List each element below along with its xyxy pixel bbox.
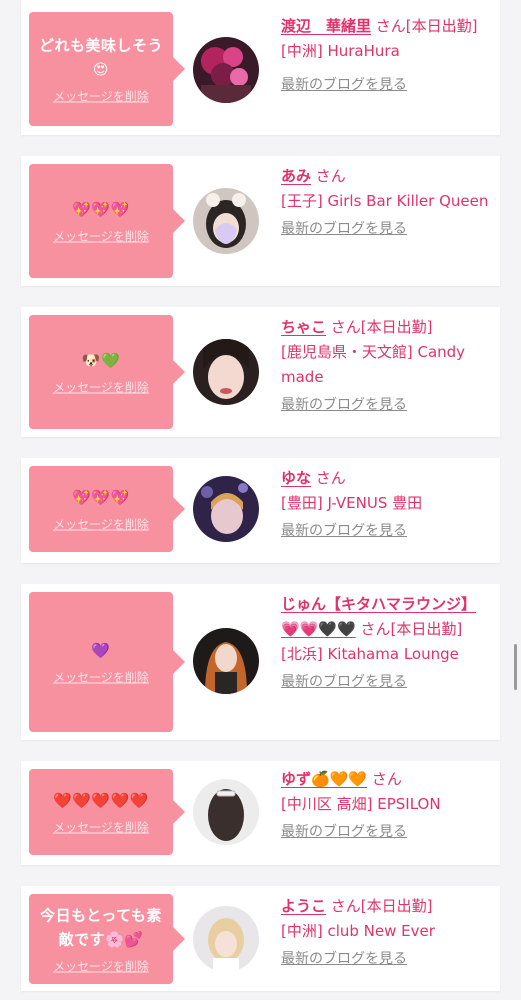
message-text: 💖💖💖 [72, 488, 130, 507]
message-bubble: どれも美味しそう😍 メッセージを削除 [29, 12, 185, 126]
cast-name-link[interactable]: あみ [281, 167, 311, 185]
message-bubble: 💖💖💖 メッセージを削除 [29, 164, 185, 278]
shop-name: [北浜] Kitahama Lounge [281, 645, 459, 663]
latest-blog-link[interactable]: 最新のブログを見る [281, 218, 407, 238]
message-text: 💖💖💖 [72, 200, 130, 219]
message-bubble: 💖💖💖 メッセージを削除 [29, 466, 185, 552]
delete-message-link[interactable]: メッセージを削除 [53, 516, 149, 533]
delete-message-link[interactable]: メッセージを削除 [53, 669, 149, 686]
delete-message-link[interactable]: メッセージを削除 [53, 88, 149, 105]
cast-info: 渡辺 華緒里 さん[本日出勤] [中洲] HuraHura 最新のブログを見る [281, 14, 491, 94]
latest-blog-link[interactable]: 最新のブログを見る [281, 671, 407, 691]
cast-info: ゆず🍊🧡🧡 さん [中川区 高畑] EPSILON 最新のブログを見る [281, 767, 491, 841]
message-text: ❤️❤️❤️❤️❤️ [53, 791, 149, 810]
shop-name: [豊田] J-VENUS 豊田 [281, 494, 423, 512]
message-card: 🐶💚 メッセージを削除 ちゃこ さん[本日出勤] [鹿児島県・天文館] Cand… [21, 307, 500, 437]
cast-name-link[interactable]: ようこ [281, 897, 326, 915]
message-list: どれも美味しそう😍 メッセージを削除 渡辺 華緒里 さん[本日出勤] [中洲] … [0, 0, 521, 1000]
shop-name: [中川区 高畑] EPSILON [281, 795, 441, 813]
delete-message-link[interactable]: メッセージを削除 [53, 379, 149, 396]
message-bubble: 今日もとっても素敵です🌸💕 メッセージを削除 [29, 894, 185, 984]
avatar[interactable] [193, 476, 259, 542]
cast-info: ようこ さん[本日出勤] [中洲] club New Ever 最新のブログを見… [281, 894, 491, 968]
message-card: 💜 メッセージを削除 じゅん【キタハマラウンジ】💗💗🖤🖤 さん[本日出勤] [北… [21, 584, 500, 740]
message-text: どれも美味しそう😍 [38, 36, 163, 79]
message-card: 今日もとっても素敵です🌸💕 メッセージを削除 ようこ さん[本日出勤] [中洲]… [21, 886, 500, 991]
avatar[interactable] [193, 37, 259, 103]
cast-name-link[interactable]: ゆな [281, 469, 311, 487]
message-text: 🐶💚 [81, 351, 121, 370]
delete-message-link[interactable]: メッセージを削除 [53, 228, 149, 245]
message-bubble: 💜 メッセージを削除 [29, 592, 185, 732]
cast-info: ゆな さん [豊田] J-VENUS 豊田 最新のブログを見る [281, 466, 491, 540]
shop-name: [王子] Girls Bar Killer Queen [281, 192, 489, 210]
shop-name: [中洲] HuraHura [281, 42, 400, 60]
avatar[interactable] [193, 628, 259, 694]
latest-blog-link[interactable]: 最新のブログを見る [281, 948, 407, 968]
cast-status: さん[本日出勤] [360, 620, 463, 638]
shop-name: [中洲] club New Ever [281, 922, 435, 940]
message-text: 💜 [91, 641, 111, 660]
cast-status: さん[本日出勤] [375, 17, 478, 35]
message-bubble: ❤️❤️❤️❤️❤️ メッセージを削除 [29, 769, 185, 855]
latest-blog-link[interactable]: 最新のブログを見る [281, 74, 407, 94]
avatar[interactable] [193, 188, 259, 254]
cast-status: さん[本日出勤] [330, 897, 433, 915]
message-bubble: 🐶💚 メッセージを削除 [29, 315, 185, 429]
delete-message-link[interactable]: メッセージを削除 [53, 958, 149, 975]
message-card: 💖💖💖 メッセージを削除 あみ さん [王子] Girls Bar Killer… [21, 156, 500, 286]
cast-name-link[interactable]: ちゃこ [281, 318, 326, 336]
avatar[interactable] [193, 339, 259, 405]
scrollbar[interactable] [514, 644, 517, 690]
shop-name: [鹿児島県・天文館] Candy made [281, 343, 466, 386]
cast-info: ちゃこ さん[本日出勤] [鹿児島県・天文館] Candy made 最新のブロ… [281, 315, 491, 414]
message-text: 今日もとっても素敵です🌸💕 [40, 906, 162, 949]
message-card: ❤️❤️❤️❤️❤️ メッセージを削除 ゆず🍊🧡🧡 さん [中川区 高畑] EP… [21, 761, 500, 865]
avatar[interactable] [193, 906, 259, 972]
cast-info: じゅん【キタハマラウンジ】💗💗🖤🖤 さん[本日出勤] [北浜] Kitahama… [281, 592, 491, 691]
latest-blog-link[interactable]: 最新のブログを見る [281, 520, 407, 540]
cast-status: さん [315, 167, 346, 185]
avatar[interactable] [193, 779, 259, 845]
latest-blog-link[interactable]: 最新のブログを見る [281, 394, 407, 414]
cast-status: さん[本日出勤] [330, 318, 433, 336]
cast-name-link[interactable]: ゆず🍊🧡🧡 [281, 770, 367, 788]
cast-status: さん [371, 770, 402, 788]
message-card: どれも美味しそう😍 メッセージを削除 渡辺 華緒里 さん[本日出勤] [中洲] … [21, 0, 500, 135]
cast-name-link[interactable]: 渡辺 華緒里 [281, 17, 371, 35]
message-card: 💖💖💖 メッセージを削除 ゆな さん [豊田] J-VENUS 豊田 最新のブロ… [21, 458, 500, 563]
delete-message-link[interactable]: メッセージを削除 [53, 819, 149, 836]
cast-status: さん [315, 469, 346, 487]
latest-blog-link[interactable]: 最新のブログを見る [281, 821, 407, 841]
cast-info: あみ さん [王子] Girls Bar Killer Queen 最新のブログ… [281, 164, 491, 238]
